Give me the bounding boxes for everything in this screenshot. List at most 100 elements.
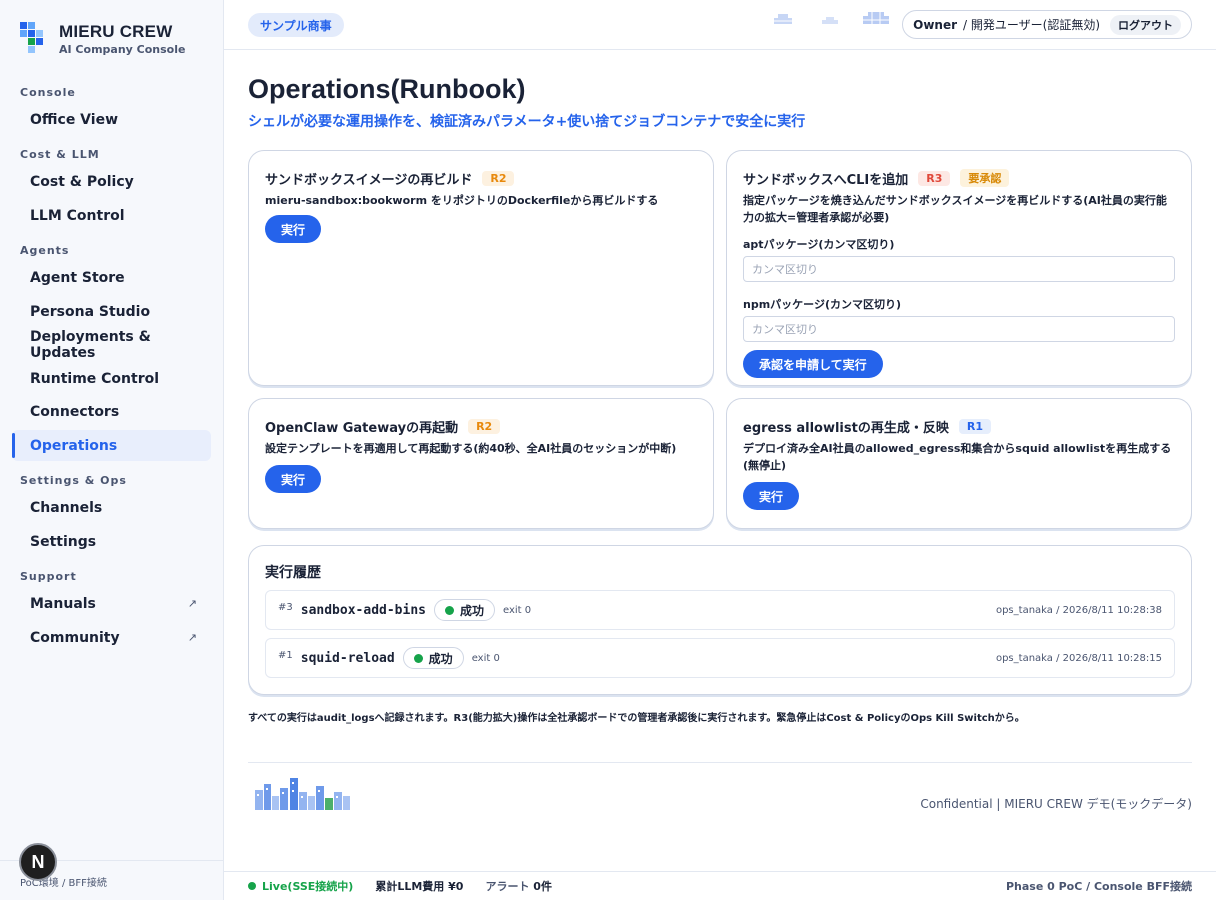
alerts-label: アラート (485, 880, 530, 893)
sidebar-item-connectors[interactable]: Connectors (12, 396, 211, 427)
run-button[interactable]: 実行 (265, 465, 322, 493)
approval-required-badge: 要承認 (960, 169, 1010, 187)
nav-section-settings-ops: Settings & Ops (20, 474, 127, 487)
sidebar-item-office-view[interactable]: Office View (12, 104, 211, 135)
sidebar-item-label: Settings (30, 533, 97, 550)
footer-confidential: Confidential | MIERU CREW デモ(モックデータ) (920, 797, 1192, 811)
alerts[interactable]: アラート 0件 (485, 878, 552, 894)
sidebar-item-label: Deployments & Updates (30, 328, 151, 361)
apt-packages-label: aptパッケージ(カンマ区切り) (743, 238, 895, 251)
phase-info: Phase 0 PoC / Console BFF接続 (1005, 880, 1192, 893)
user-name: / 開発ユーザー(認証無効) (963, 18, 1100, 32)
npm-packages-input[interactable] (743, 316, 1175, 342)
live-status: Live(SSE接続中) (262, 880, 354, 893)
run-button[interactable]: 実行 (265, 215, 322, 243)
building-deco-icon (863, 12, 889, 24)
sidebar-item-deployments[interactable]: Deployments & Updates (12, 328, 211, 361)
main-content: サンプル商事 Owner / 開発ユーザー(認証無効) ログアウト Operat… (224, 0, 1216, 900)
history-row[interactable]: #1 squid-reload 成功 exit 0 ops_tanaka / 2… (265, 638, 1175, 678)
brand-title: MIERU CREW (59, 22, 173, 41)
request-approval-button[interactable]: 承認を申請して実行 (743, 350, 883, 378)
status-bar: Live(SSE接続中) 累計LLM費用 ¥0 アラート 0件 Phase 0 … (224, 871, 1216, 900)
sidebar-item-agent-store[interactable]: Agent Store (12, 262, 211, 293)
logout-button[interactable]: ログアウト (1110, 14, 1181, 35)
sidebar-item-label: Agent Store (30, 269, 125, 286)
runbook-card-egress-allowlist: egress allowlistの再生成・反映 R1 デプロイ済み全AI社員のa… (726, 398, 1192, 529)
user-menu[interactable]: Owner / 開発ユーザー(認証無効) ログアウト (902, 10, 1192, 39)
run-meta: ops_tanaka / 2026/8/11 10:28:15 (995, 652, 1162, 664)
runbook-card-gateway-restart: OpenClaw Gatewayの再起動 R2 設定テンプレートを再適用して再起… (248, 398, 714, 529)
card-description: mieru-sandbox:bookworm をリポジトリのDockerfile… (265, 194, 659, 207)
nav-section-console: Console (20, 86, 76, 99)
risk-badge: R2 (468, 418, 501, 434)
sidebar-item-community[interactable]: Community ↗ (12, 622, 211, 653)
sidebar-item-settings[interactable]: Settings (12, 526, 211, 557)
success-dot-icon (444, 605, 454, 615)
card-title: サンドボックスイメージの再ビルド (265, 172, 473, 188)
runbook-name: sandbox-add-bins (300, 602, 426, 618)
runbook-card-add-cli: サンドボックスへCLIを追加 R3 要承認 指定パッケージを焼き込んだサンドボッ… (726, 150, 1192, 386)
nav-section-agents: Agents (20, 244, 70, 257)
run-number: #1 (278, 649, 293, 661)
history-row[interactable]: #3 sandbox-add-bins 成功 exit 0 ops_tanaka… (265, 590, 1175, 630)
sidebar-item-persona-studio[interactable]: Persona Studio (12, 296, 211, 327)
status-label: 成功 (428, 651, 453, 666)
sidebar-item-label: Runtime Control (30, 370, 160, 387)
sidebar-item-manuals[interactable]: Manuals ↗ (12, 588, 211, 619)
brand[interactable]: MIERU CREW AI Company Console (20, 22, 185, 56)
sidebar-item-label: Persona Studio (30, 303, 151, 320)
run-meta: ops_tanaka / 2026/8/11 10:28:38 (995, 604, 1162, 616)
topbar: サンプル商事 Owner / 開発ユーザー(認証無効) ログアウト (224, 0, 1216, 50)
alerts-count: 0件 (533, 880, 552, 893)
card-title: OpenClaw Gatewayの再起動 (265, 420, 459, 436)
city-skyline-logo-icon (255, 778, 350, 810)
sidebar-item-label: Cost & Policy (30, 173, 134, 190)
run-number: #3 (278, 601, 293, 613)
user-role: Owner (913, 17, 958, 32)
sidebar-item-label: Community (30, 629, 120, 646)
sidebar-item-label: Connectors (30, 403, 120, 420)
card-title: サンドボックスへCLIを追加 (743, 172, 909, 188)
live-dot-icon (248, 882, 256, 890)
external-link-icon: ↗ (187, 597, 197, 610)
audit-note: すべての実行はaudit_logsへ記録されます。R3(能力拡大)操作は全社承認… (248, 713, 1025, 724)
sidebar-item-cost-policy[interactable]: Cost & Policy (12, 166, 211, 197)
footer-divider (248, 762, 1192, 763)
status-badge: 成功 (433, 599, 495, 621)
execution-history: 実行履歴 #3 sandbox-add-bins 成功 exit 0 ops_t… (248, 545, 1192, 695)
card-description: デプロイ済み全AI社員のallowed_egress和集合からsquid all… (743, 442, 1172, 472)
card-description: 設定テンプレートを再適用して再起動する(約40秒、全AI社員のセッションが中断) (265, 442, 677, 455)
brand-logo-icon (20, 22, 44, 53)
risk-badge: R1 (958, 418, 991, 434)
nav-section-cost-llm: Cost & LLM (20, 148, 100, 161)
sidebar-item-llm-control[interactable]: LLM Control (12, 200, 211, 231)
framework-badge-icon[interactable]: N (19, 843, 57, 881)
building-deco-icon (774, 14, 792, 24)
sidebar: MIERU CREW AI Company Console Console Of… (0, 0, 224, 900)
sidebar-item-label: Manuals (30, 595, 96, 612)
apt-packages-input[interactable] (743, 256, 1175, 282)
risk-badge: R3 (918, 170, 951, 186)
sidebar-item-label: Channels (30, 499, 103, 516)
llm-cost: 累計LLM費用 ¥0 (375, 880, 464, 893)
sidebar-item-label: Operations (30, 437, 118, 454)
page-subtitle: シェルが必要な運用操作を、検証済みパラメータ+使い捨てジョブコンテナで安全に実行 (248, 114, 806, 130)
building-deco-icon (822, 17, 838, 24)
sidebar-item-operations[interactable]: Operations (12, 430, 211, 461)
run-button[interactable]: 実行 (743, 482, 800, 510)
sidebar-item-channels[interactable]: Channels (12, 492, 211, 523)
sidebar-item-label: Office View (30, 111, 118, 128)
status-badge: 成功 (402, 647, 464, 669)
success-dot-icon (413, 653, 423, 663)
nav-section-support: Support (20, 570, 77, 583)
npm-packages-label: npmパッケージ(カンマ区切り) (743, 298, 902, 311)
history-title: 実行履歴 (265, 565, 321, 581)
status-label: 成功 (459, 603, 484, 618)
brand-subtitle: AI Company Console (59, 43, 186, 56)
sidebar-item-runtime-control[interactable]: Runtime Control (12, 363, 211, 394)
runbook-name: squid-reload (300, 650, 395, 666)
sidebar-item-label: LLM Control (30, 207, 125, 224)
company-chip[interactable]: サンプル商事 (248, 13, 344, 37)
card-title: egress allowlistの再生成・反映 (743, 420, 949, 436)
card-description: 指定パッケージを焼き込んだサンドボックスイメージを再ビルドする(AI社員の実行能… (743, 194, 1167, 224)
